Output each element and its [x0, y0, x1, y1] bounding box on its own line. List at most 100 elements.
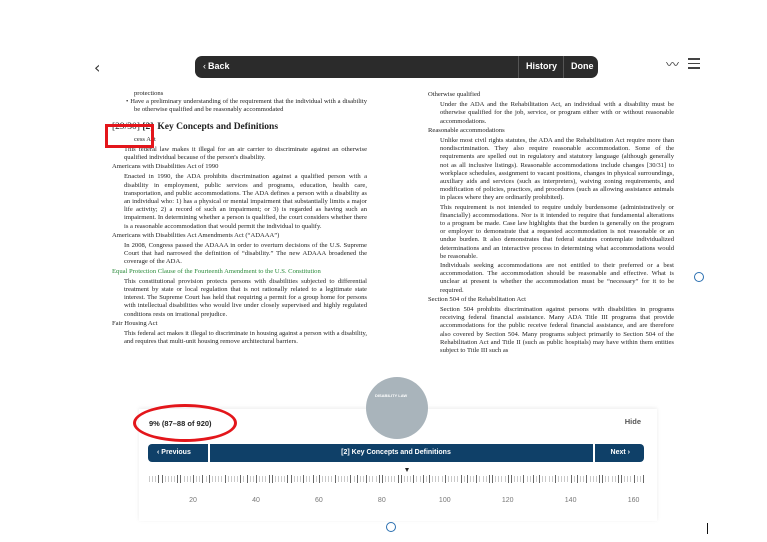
timeline-tick [413, 475, 415, 483]
timeline-tick [498, 476, 500, 482]
text-cursor [707, 523, 708, 534]
back-button[interactable]: ‹ Back [203, 61, 230, 71]
section-subhead: Section 504 of the Rehabilitation Act [428, 295, 526, 303]
timeline-tick [532, 475, 534, 483]
divider [593, 444, 595, 462]
hide-button[interactable]: Hide [625, 417, 641, 426]
timeline-tick [469, 476, 471, 482]
timeline-tick [353, 476, 355, 482]
timeline-tick [293, 476, 295, 482]
timeline-tick [344, 476, 346, 482]
timeline-tick [180, 475, 182, 483]
timeline-tick [372, 476, 374, 482]
timeline-tick [375, 476, 377, 482]
timeline-tick [419, 476, 421, 482]
timeline-tick [630, 476, 632, 482]
paragraph: Section 504 prohibits discrimination aga… [440, 306, 674, 355]
current-position-marker[interactable] [404, 468, 409, 472]
paragraph: Unlike most civil rights statutes, the A… [440, 137, 674, 202]
timeline-tick [177, 475, 179, 483]
next-button[interactable]: Next › [611, 449, 630, 456]
paragraph: Enacted in 1990, the ADA prohibits discr… [124, 173, 367, 230]
timeline-tick [639, 476, 641, 482]
timeline-axis-label: 20 [189, 497, 197, 504]
timeline-tick [252, 476, 254, 482]
paragraph: In 2008, Congress passed the ADAAA in or… [124, 242, 367, 266]
hamburger-menu-icon[interactable] [688, 58, 700, 70]
timeline-tick [224, 475, 226, 483]
timeline-tick [570, 475, 572, 483]
timeline-tick [407, 476, 408, 482]
timeline-tick [331, 476, 333, 482]
timeline-tick [215, 476, 217, 482]
timeline-tick [561, 476, 563, 482]
timeline-tick [592, 476, 594, 482]
timeline-axis-label: 120 [501, 497, 514, 504]
scroll-handle-icon[interactable] [386, 522, 396, 532]
timeline-tick [447, 476, 449, 482]
timeline-tick [384, 476, 386, 482]
timeline-tick [397, 475, 399, 483]
timeline-tick [174, 476, 176, 482]
section-subhead: Fair Housing Act [112, 319, 158, 327]
timeline-tick [296, 476, 298, 482]
section-subhead-link[interactable]: Equal Protection Clause of the Fourteent… [112, 268, 367, 276]
left-sections: This federal law makes it illegal for an… [112, 146, 367, 347]
book-cover-thumbnail[interactable]: DISABILITY LAW [366, 377, 428, 439]
side-back-chevron-icon[interactable]: ‹ [94, 58, 100, 77]
paragraph: Individuals seeking accommodations are n… [440, 262, 674, 294]
timeline-tick [620, 475, 622, 483]
timeline-tick [259, 476, 261, 482]
paragraph: This constitutional provision protects p… [124, 277, 367, 318]
timeline-tick [227, 476, 229, 482]
timeline-tick [517, 476, 519, 482]
next-label: Next [610, 449, 626, 456]
current-chapter-label[interactable]: [2] Key Concepts and Definitions [148, 449, 644, 456]
timeline-tick [460, 475, 462, 483]
timeline-tick [602, 475, 604, 483]
paragraph: This federal act makes it illegal to dis… [124, 330, 367, 346]
timeline-tick [359, 476, 361, 482]
timeline-tick [278, 476, 279, 482]
timeline-tick [624, 476, 626, 482]
page-timeline-scrubber[interactable] [149, 467, 644, 495]
timeline-tick [328, 476, 330, 482]
divider [563, 56, 564, 78]
timeline-tick [611, 476, 613, 482]
squiggle-icon[interactable]: 〰 [666, 54, 679, 73]
timeline-tick [444, 475, 446, 483]
timeline-tick [218, 476, 220, 482]
timeline-tick [598, 475, 600, 483]
right-sections: Otherwise qualified Under the ADA and the… [428, 91, 674, 355]
timeline-tick [306, 476, 308, 482]
timeline-tick [643, 475, 644, 483]
timeline-tick [391, 476, 393, 482]
divider [518, 56, 519, 78]
section-subhead: Reasonable accommodations [428, 126, 505, 134]
timeline-tick [476, 475, 478, 483]
chevron-left-icon: ‹ [203, 61, 206, 71]
timeline-tick [473, 476, 475, 482]
timeline-axis-labels: 20 40 60 80 100 120 140 160 [149, 497, 643, 507]
timeline-axis-label: 80 [377, 497, 386, 504]
timeline-tick [249, 476, 251, 482]
timeline-tick [281, 476, 283, 482]
timeline-tick [479, 476, 481, 482]
timeline-tick [564, 476, 566, 482]
timeline-tick [303, 475, 305, 483]
timeline-tick [287, 475, 289, 483]
section-subhead: Otherwise qualified [428, 91, 481, 98]
timeline-tick [300, 476, 302, 482]
timeline-tick [340, 476, 342, 482]
highlight-box [105, 124, 154, 148]
timeline-tick [526, 476, 528, 482]
timeline-tick [205, 476, 207, 482]
timeline-tick [318, 475, 320, 483]
timeline-tick [262, 476, 264, 482]
timeline-tick [554, 475, 556, 483]
timeline-tick [551, 476, 553, 482]
done-button[interactable]: Done [571, 61, 594, 71]
page-turn-handle-icon[interactable] [694, 272, 704, 282]
timeline-tick [208, 475, 210, 483]
history-button[interactable]: History [526, 61, 557, 71]
